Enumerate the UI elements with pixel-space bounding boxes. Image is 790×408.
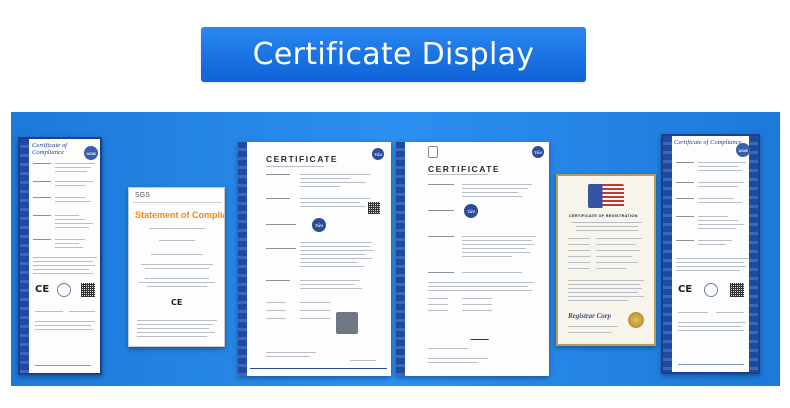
round-stamp-icon [57,283,71,297]
bottom-rule [250,368,387,370]
ucm-seal-icon: UCM [736,143,750,157]
title-banner: Certificate Display [201,27,586,82]
certificate-card-tuv-two[interactable]: TÜV CERTIFICATE TÜV [396,142,549,376]
certificate-card-compliance-right[interactable]: Certificate of Compliance UCM CE [661,134,760,374]
signature-icon [470,332,492,340]
qr-code-icon [81,283,95,297]
ce-mark-icon: CE [171,298,183,307]
tuv-seal-icon: TÜV [532,146,544,158]
decorative-border-strip [663,136,672,372]
decorative-border-strip [396,142,405,376]
certificate-heading: CERTIFICATE [428,164,501,174]
qr-code-icon [730,283,744,297]
decorative-border-strip [749,136,758,372]
company-stamp-icon [336,312,358,334]
round-stamp-icon [704,283,718,297]
ucm-seal-icon: UCM [84,146,98,160]
certificate-heading: Certificate of Compliance [674,139,742,146]
ce-mark-icon: CE [678,284,693,295]
gold-seal-icon [628,312,644,328]
certificate-showcase: Certificate of Compliance UCM CE SGS Sta… [11,112,780,386]
decorative-border-strip [20,139,29,373]
tuv-seal-icon: TÜV [372,148,384,160]
certificate-heading: CERTIFICATE [266,154,339,164]
fda-eagle-flag-icon [588,184,624,208]
certificate-card-sgs[interactable]: SGS Statement of Compliance CE [128,187,225,347]
registrar-corp-label: Registrar Corp [568,312,611,320]
ce-mark-icon: CE [35,284,50,295]
tuv-seal-icon: TÜV [312,218,326,232]
certificate-card-fda[interactable]: CERTIFICATE OF REGISTRATION Registrar Co… [556,174,656,346]
tuv-logo-icon [428,146,438,158]
tuv-seal-icon: TÜV [464,204,478,218]
decorative-border-strip [238,142,247,376]
certificate-card-tuv-one[interactable]: CERTIFICATE TÜV TÜV [238,142,391,376]
certificate-heading: CERTIFICATE OF REGISTRATION [569,214,638,218]
sgs-brand-label: SGS [135,192,150,199]
page-title: Certificate Display [252,37,535,72]
certificate-heading: Statement of Compliance [135,210,224,220]
certificate-card-compliance-left[interactable]: Certificate of Compliance UCM CE [18,137,102,375]
qr-code-icon [368,202,380,214]
